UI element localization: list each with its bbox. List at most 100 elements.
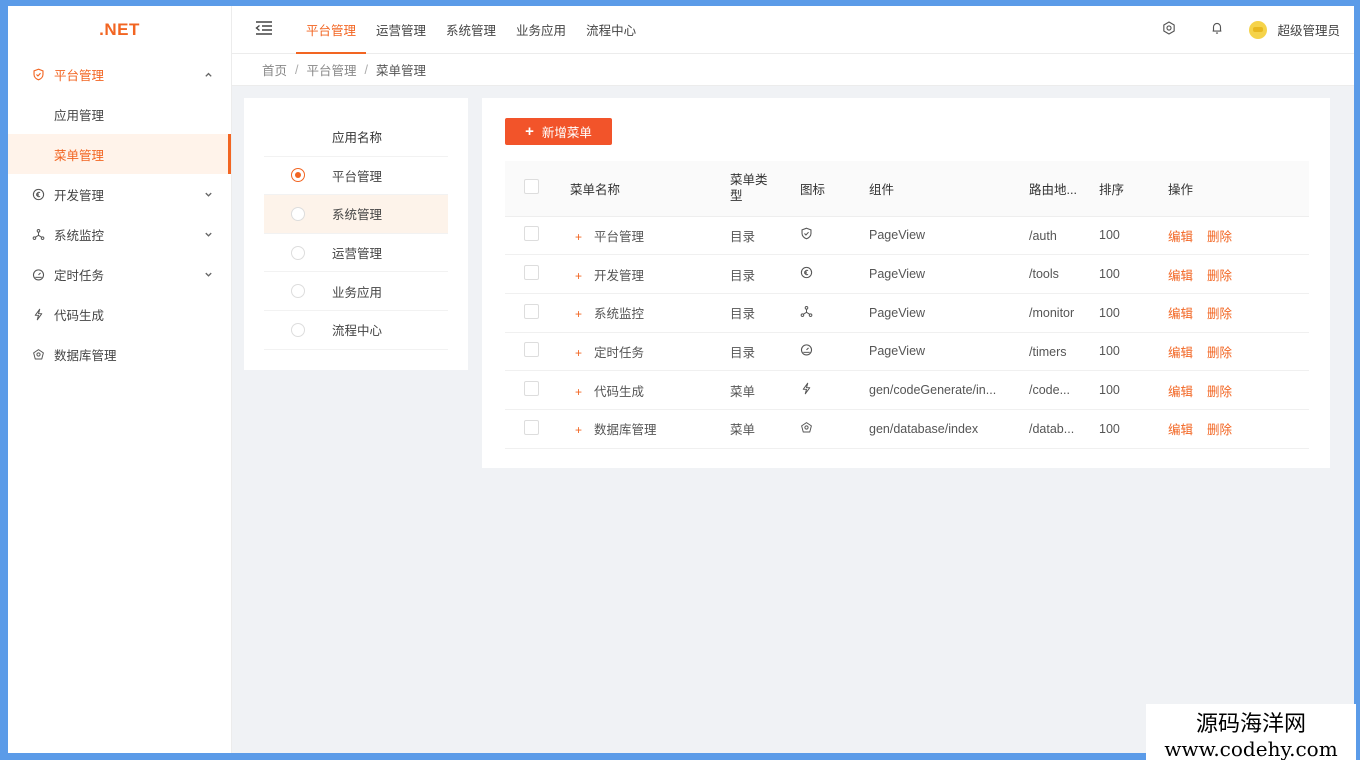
- menu-route: /auth: [1029, 228, 1057, 243]
- menu-type: 目录: [730, 293, 800, 333]
- sidebar-item-label: 平台管理: [54, 68, 105, 83]
- list-item[interactable]: 流程中心: [264, 311, 448, 350]
- edit-button[interactable]: 编辑: [1168, 346, 1193, 360]
- expand-icon[interactable]: +: [570, 385, 582, 399]
- sidebar-item-menu-management[interactable]: 菜单管理: [8, 134, 231, 174]
- menu-route: /tools: [1029, 267, 1059, 282]
- edit-button[interactable]: 编辑: [1168, 269, 1193, 283]
- row-checkbox[interactable]: [524, 419, 539, 435]
- row-checkbox[interactable]: [524, 381, 539, 397]
- edit-button[interactable]: 编辑: [1168, 230, 1193, 244]
- menu-type: 目录: [730, 216, 800, 256]
- menu-fold-button[interactable]: [232, 6, 296, 54]
- watermark: 源码海洋网 www.codehy.com: [1146, 704, 1356, 760]
- delete-button[interactable]: 删除: [1207, 423, 1232, 437]
- gauge-icon: [800, 344, 813, 359]
- expand-icon[interactable]: +: [570, 346, 582, 360]
- app-radio[interactable]: [291, 322, 305, 337]
- sidebar-item-label: 定时任务: [54, 268, 105, 283]
- table-row: + 数据库管理 菜单 gen/database/index /datab... 1…: [505, 409, 1309, 449]
- sidebar-item-monitor[interactable]: 系统监控: [8, 214, 231, 254]
- column-header-icon: 图标: [800, 161, 869, 217]
- menu-name: 数据库管理: [594, 423, 657, 438]
- menu-component: PageView: [869, 254, 1029, 294]
- row-checkbox[interactable]: [524, 265, 539, 281]
- list-item[interactable]: 运营管理: [264, 234, 448, 273]
- menu-name: 系统监控: [594, 307, 645, 322]
- list-item[interactable]: 平台管理: [264, 157, 448, 196]
- sidebar-item-platform[interactable]: 平台管理: [8, 54, 231, 94]
- edit-button[interactable]: 编辑: [1168, 307, 1193, 321]
- list-item[interactable]: 业务应用: [264, 272, 448, 311]
- shield-icon: [800, 228, 813, 243]
- sidebar-item-development[interactable]: 开发管理: [8, 174, 231, 214]
- sidebar: .NET 平台管理 应用管理 菜单管理 开发管理 系统监控 定时任务 代码生成 …: [8, 6, 232, 753]
- row-checkbox[interactable]: [524, 303, 539, 319]
- tab-system[interactable]: 系统管理: [436, 6, 506, 54]
- table-header-row: 菜单名称 菜单类型 图标 组件 路由地... 排序 操作: [505, 161, 1309, 217]
- top-bar: 平台管理 运营管理 系统管理 业务应用 流程中心 超级管理员: [232, 6, 1354, 54]
- bell-icon: [1210, 21, 1224, 38]
- sidebar-item-codegen[interactable]: 代码生成: [8, 294, 231, 334]
- delete-button[interactable]: 删除: [1207, 307, 1232, 321]
- table-row: + 开发管理 目录 PageView /tools 100 编辑 删除: [505, 254, 1309, 294]
- edit-button[interactable]: 编辑: [1168, 385, 1193, 399]
- column-header-route: 路由地...: [1029, 161, 1099, 217]
- gear-icon: [1162, 21, 1176, 38]
- app-name: 平台管理: [332, 169, 383, 184]
- app-radio[interactable]: [291, 284, 305, 299]
- add-menu-button[interactable]: + 新增菜单: [505, 118, 612, 145]
- app-radio[interactable]: [291, 168, 305, 183]
- tab-business[interactable]: 业务应用: [506, 6, 576, 54]
- logo: .NET: [99, 20, 140, 39]
- table-row: + 代码生成 菜单 gen/codeGenerate/in... /code...…: [505, 370, 1309, 410]
- database-icon: [800, 421, 813, 437]
- expand-icon[interactable]: +: [570, 423, 582, 437]
- delete-button[interactable]: 删除: [1207, 385, 1232, 399]
- column-header-ops: 操作: [1168, 161, 1309, 217]
- column-header-sort: 排序: [1099, 161, 1168, 217]
- app-radio[interactable]: [291, 245, 305, 260]
- tab-operations[interactable]: 运营管理: [366, 6, 436, 54]
- edit-button[interactable]: 编辑: [1168, 423, 1193, 437]
- menu-component: PageView: [869, 216, 1029, 256]
- sidebar-item-database[interactable]: 数据库管理: [8, 334, 231, 374]
- expand-icon[interactable]: +: [570, 307, 582, 321]
- menu-sort: 100: [1099, 332, 1168, 372]
- menu-route: /code...: [1029, 383, 1070, 398]
- breadcrumb-parent[interactable]: 平台管理: [307, 60, 357, 79]
- menu-fold-icon: [255, 21, 273, 38]
- list-item[interactable]: 系统管理: [264, 195, 448, 234]
- plus-icon: +: [525, 123, 534, 140]
- menu-route: /datab...: [1029, 422, 1075, 437]
- expand-icon[interactable]: +: [570, 269, 582, 283]
- menu-component: gen/codeGenerate/in...: [869, 383, 997, 398]
- sidebar-item-label: 系统监控: [54, 228, 105, 243]
- breadcrumb-home[interactable]: 首页: [262, 60, 287, 79]
- menu-type: 菜单: [730, 370, 800, 410]
- menu-sort: 100: [1099, 370, 1168, 410]
- menu-component: PageView: [869, 293, 1029, 333]
- menu-route: /monitor: [1029, 306, 1075, 321]
- app-radio[interactable]: [291, 206, 305, 221]
- tab-workflow[interactable]: 流程中心: [576, 6, 646, 54]
- delete-button[interactable]: 删除: [1207, 346, 1232, 360]
- menu-sort: 100: [1099, 293, 1168, 333]
- menu-type: 目录: [730, 254, 800, 294]
- expand-icon[interactable]: +: [570, 230, 582, 244]
- menu-name: 开发管理: [594, 268, 645, 283]
- sidebar-item-timers[interactable]: 定时任务: [8, 254, 231, 294]
- delete-button[interactable]: 删除: [1207, 230, 1232, 244]
- app-name: 运营管理: [332, 247, 383, 262]
- user-menu[interactable]: 超级管理员: [1249, 20, 1340, 39]
- notifications-button[interactable]: [1193, 21, 1241, 38]
- settings-button[interactable]: [1145, 21, 1193, 38]
- sidebar-item-app-management[interactable]: 应用管理: [8, 94, 231, 134]
- menu-type: 目录: [730, 332, 800, 372]
- tab-platform[interactable]: 平台管理: [296, 6, 367, 54]
- watermark-title: 源码海洋网: [1195, 712, 1306, 737]
- delete-button[interactable]: 删除: [1207, 269, 1232, 283]
- row-checkbox[interactable]: [524, 342, 539, 358]
- select-all-checkbox[interactable]: [524, 179, 539, 195]
- row-checkbox[interactable]: [524, 226, 539, 242]
